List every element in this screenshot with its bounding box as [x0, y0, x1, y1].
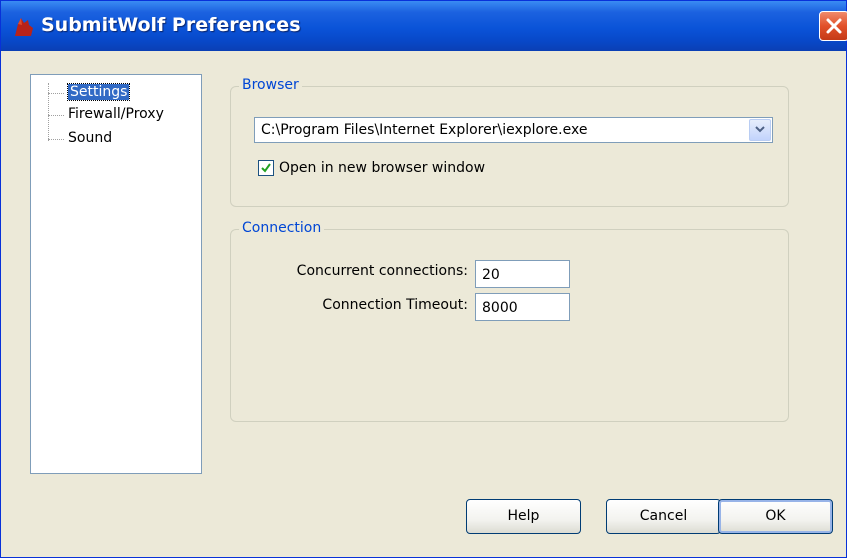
- title-bar[interactable]: SubmitWolf Preferences: [1, 1, 847, 51]
- settings-tree[interactable]: Settings Firewall/Proxy Sound: [30, 74, 202, 474]
- connection-timeout-value: 8000: [482, 300, 518, 316]
- ok-button[interactable]: OK: [718, 499, 833, 534]
- browser-path-value: C:\Program Files\Internet Explorer\iexpl…: [261, 122, 588, 138]
- browser-group: Browser: [230, 77, 789, 207]
- preferences-dialog: SubmitWolf Preferences Settings Firewall…: [0, 0, 847, 558]
- concurrent-connections-label: Concurrent connections:: [296, 263, 468, 279]
- concurrent-connections-input[interactable]: 20: [475, 260, 570, 288]
- tree-connector: [48, 83, 49, 141]
- tree-item-firewall-proxy[interactable]: Firewall/Proxy: [68, 106, 164, 122]
- wolf-app-icon: [15, 18, 33, 36]
- open-new-window-checkbox[interactable]: [258, 160, 274, 176]
- connection-timeout-label: Connection Timeout:: [322, 297, 468, 313]
- connection-timeout-input[interactable]: 8000: [475, 293, 570, 321]
- connection-group-title: Connection: [239, 220, 325, 236]
- tree-connector: [48, 115, 64, 116]
- checkmark-icon: [261, 163, 271, 173]
- connection-group: Connection: [230, 220, 789, 422]
- browser-path-select[interactable]: C:\Program Files\Internet Explorer\iexpl…: [254, 117, 773, 143]
- tree-item-settings[interactable]: Settings: [66, 83, 131, 101]
- chevron-down-icon: [755, 126, 765, 133]
- window-title: SubmitWolf Preferences: [41, 14, 301, 36]
- tree-connector: [48, 93, 64, 94]
- close-icon: [826, 18, 842, 34]
- tree-item-sound[interactable]: Sound: [68, 130, 112, 146]
- tree-connector: [48, 139, 64, 140]
- open-new-window-label[interactable]: Open in new browser window: [279, 160, 485, 176]
- concurrent-connections-value: 20: [482, 267, 500, 283]
- browser-group-title: Browser: [239, 77, 302, 93]
- help-button[interactable]: Help: [466, 499, 581, 534]
- cancel-button[interactable]: Cancel: [606, 499, 721, 534]
- dropdown-button[interactable]: [749, 119, 771, 141]
- close-button[interactable]: [819, 11, 847, 41]
